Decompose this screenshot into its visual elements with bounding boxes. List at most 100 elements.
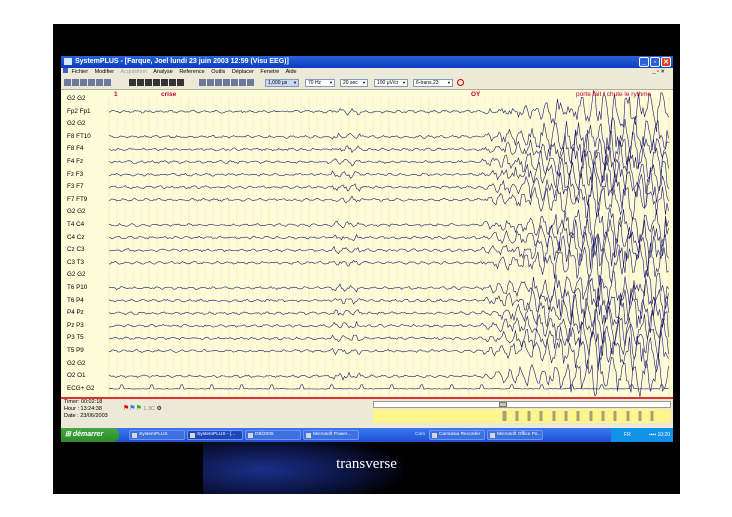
task-camtasia[interactable]: Camtasia Recorder bbox=[429, 430, 485, 440]
forward-icon[interactable] bbox=[169, 79, 176, 86]
green-flag-icon[interactable]: ⚑ bbox=[136, 405, 142, 412]
save-icon[interactable] bbox=[72, 79, 79, 86]
report-icon[interactable] bbox=[247, 79, 254, 86]
channel-label[interactable]: C3 T3 bbox=[67, 259, 84, 267]
language-indicator[interactable]: FR bbox=[624, 432, 631, 438]
menu-aide[interactable]: Aide bbox=[286, 69, 297, 75]
eeg-traces[interactable] bbox=[61, 90, 673, 398]
slide-caption: transverse bbox=[336, 456, 397, 472]
maximize-button[interactable]: ▫ bbox=[650, 57, 660, 67]
chevron-down-icon[interactable]: ▼ bbox=[446, 80, 452, 86]
channel-label[interactable]: P3 T5 bbox=[67, 334, 84, 342]
channel-label[interactable]: P4 Pz bbox=[67, 309, 84, 317]
timebase-select[interactable]: 1,000 μs ▼ bbox=[265, 79, 299, 87]
cut-icon[interactable] bbox=[88, 79, 95, 86]
settings-icon[interactable] bbox=[231, 79, 238, 86]
task-systemplus-2[interactable]: SystemPLUS - [... bbox=[187, 430, 243, 440]
chevron-down-icon[interactable]: ▼ bbox=[292, 80, 298, 86]
task-office[interactable]: Microsoft Office Po... bbox=[487, 430, 543, 440]
channel-label[interactable]: F8 F4 bbox=[67, 145, 83, 153]
menu-app-icon bbox=[63, 68, 68, 73]
chevron-down-icon[interactable]: ▼ bbox=[401, 80, 407, 86]
marker-crise[interactable]: crise bbox=[161, 91, 176, 98]
flag-tools[interactable]: ⚑⚑⚑ 1.3C ⚙ bbox=[123, 405, 162, 413]
eeg-trace-area[interactable]: G2 G2 Fp2 Fp1 G2 G2 F8 FT10 F8 F4 F4 Fz Fz F3 F… bbox=[61, 90, 673, 398]
menu-analyse[interactable]: Analyse bbox=[153, 69, 173, 75]
menu-deplacer[interactable]: Déplacer bbox=[232, 69, 254, 75]
channel-label[interactable]: G2 G2 bbox=[67, 360, 86, 368]
file-tools[interactable] bbox=[64, 79, 112, 87]
channel-label[interactable]: G2 G2 bbox=[67, 208, 86, 216]
menu-modifier[interactable]: Modifier bbox=[95, 69, 115, 75]
channel-label[interactable]: T6 P4 bbox=[67, 297, 84, 305]
system-tray: FR ▪▪▪▪ 10:20 bbox=[611, 428, 673, 442]
copy-icon[interactable] bbox=[96, 79, 103, 86]
info-bar: Timer: 00:02:18 Hour : 13:24:38 Date : 2… bbox=[61, 397, 673, 428]
sensitivity-select[interactable]: 100 μV/cr ▼ bbox=[374, 79, 408, 87]
chevron-down-icon[interactable]: ▼ bbox=[361, 80, 367, 86]
first-icon[interactable] bbox=[129, 79, 136, 86]
channel-label[interactable]: F4 Fz bbox=[67, 158, 83, 166]
close-button[interactable]: ✕ bbox=[661, 57, 671, 67]
task-powerpoint[interactable]: Microsoft Power... bbox=[303, 430, 359, 440]
rewind-icon[interactable] bbox=[137, 79, 144, 86]
montage-icon[interactable] bbox=[199, 79, 206, 86]
menu-fichier[interactable]: Fichier bbox=[72, 69, 89, 75]
duration-select[interactable]: 20 sec ▼ bbox=[340, 79, 368, 87]
channel-label[interactable]: T6 P10 bbox=[67, 284, 87, 292]
mdi-controls[interactable]: _ ▫ ✕ bbox=[652, 68, 665, 77]
menu-reference[interactable]: Reference bbox=[179, 69, 204, 75]
channel-label[interactable]: Fz F3 bbox=[67, 171, 83, 179]
event-timeline[interactable] bbox=[373, 409, 671, 423]
next-icon[interactable] bbox=[161, 79, 168, 86]
channel-label[interactable]: T5 P9 bbox=[67, 347, 84, 355]
channel-label[interactable]: Cz C3 bbox=[67, 246, 85, 254]
view-tools[interactable] bbox=[199, 79, 255, 87]
menu-fenetre[interactable]: Fenetre bbox=[260, 69, 279, 75]
channel-label[interactable]: F3 F7 bbox=[67, 183, 83, 191]
marker-oy[interactable]: OY bbox=[471, 91, 480, 98]
channel-label[interactable]: G2 G2 bbox=[67, 120, 86, 128]
channel-label[interactable]: Fp2 Fp1 bbox=[67, 108, 90, 116]
taskbar: ⊞ démarrer SystemPLUS SystemPLUS - [... … bbox=[61, 428, 673, 442]
highpass-select[interactable]: 70 Hz ▼ bbox=[305, 79, 335, 87]
menu-outils[interactable]: Outils bbox=[211, 69, 225, 75]
channel-label[interactable]: T4 C4 bbox=[67, 221, 84, 229]
timeline-events bbox=[502, 411, 654, 421]
montage-select[interactable]: 6-trans.23 ▼ bbox=[413, 79, 453, 87]
print-icon[interactable] bbox=[80, 79, 87, 86]
marker-note[interactable]: porte fait : chute le rythme bbox=[576, 91, 651, 98]
last-icon[interactable] bbox=[177, 79, 184, 86]
paste-icon[interactable] bbox=[104, 79, 111, 86]
tool-icon[interactable]: ⚙ bbox=[157, 406, 162, 412]
marker-1[interactable]: 1 bbox=[114, 91, 118, 98]
stop-icon[interactable] bbox=[457, 79, 465, 87]
filter-icon[interactable] bbox=[207, 79, 214, 86]
prev-icon[interactable] bbox=[145, 79, 152, 86]
task-db2005[interactable]: DB/2005 bbox=[245, 430, 301, 440]
time-scrollbar[interactable] bbox=[373, 401, 671, 408]
channel-label[interactable]: ECG+ G2 bbox=[67, 385, 94, 393]
minimize-button[interactable]: _ bbox=[639, 57, 649, 67]
scroll-thumb[interactable] bbox=[499, 402, 507, 407]
channel-label[interactable]: F8 FT10 bbox=[67, 133, 91, 141]
channel-label[interactable]: F7 FT9 bbox=[67, 196, 87, 204]
channel-label[interactable]: Pz P3 bbox=[67, 322, 84, 330]
tray-icons[interactable]: ▪▪▪▪ bbox=[632, 428, 656, 442]
channel-label[interactable]: G2 G2 bbox=[67, 95, 86, 103]
marker-icon[interactable] bbox=[223, 79, 230, 86]
zoom-icon[interactable] bbox=[215, 79, 222, 86]
channel-label[interactable]: O2 O1 bbox=[67, 372, 86, 380]
cam-label: Cam bbox=[415, 432, 426, 437]
channel-label[interactable]: C4 Cz bbox=[67, 234, 85, 242]
task-systemplus-1[interactable]: SystemPLUS bbox=[129, 430, 185, 440]
play-icon[interactable] bbox=[153, 79, 160, 86]
menu-acquisition[interactable]: Acquisition bbox=[120, 69, 147, 75]
video-icon[interactable] bbox=[239, 79, 246, 86]
open-icon[interactable] bbox=[64, 79, 71, 86]
start-button[interactable]: ⊞ démarrer bbox=[61, 428, 119, 442]
chevron-down-icon[interactable]: ▼ bbox=[328, 80, 334, 86]
hour-readout: Hour : 13:24:38 bbox=[64, 406, 102, 412]
playback-tools[interactable] bbox=[129, 79, 185, 87]
channel-label[interactable]: G2 G2 bbox=[67, 271, 86, 279]
